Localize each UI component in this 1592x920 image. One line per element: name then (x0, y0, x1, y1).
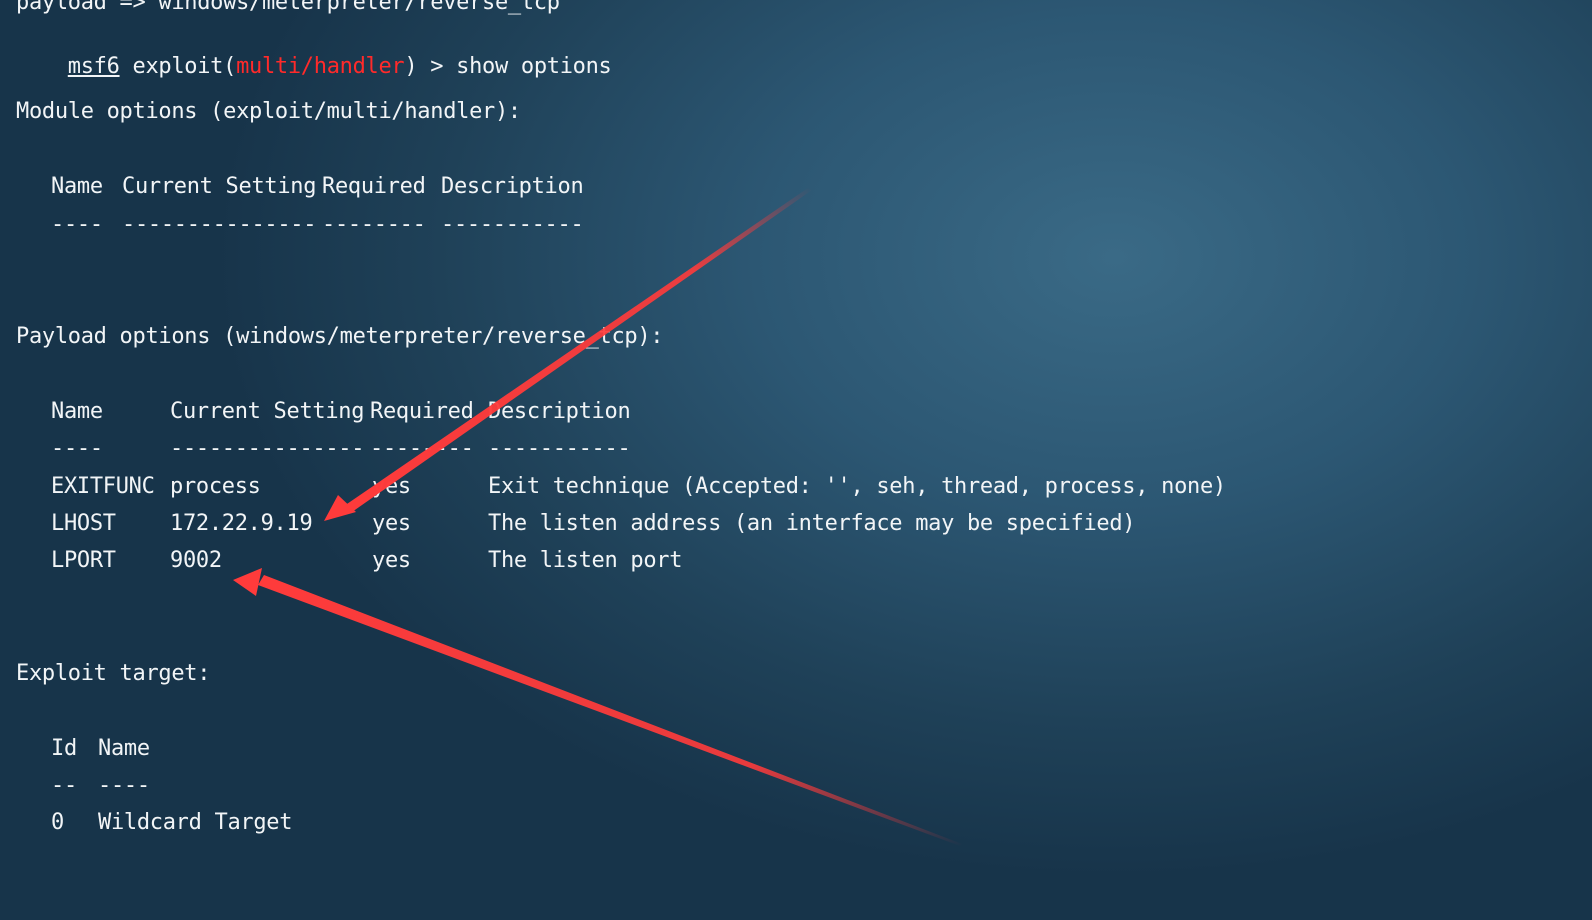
module-dash-required: -------- (322, 212, 426, 237)
payload-header-setting: Current Setting (170, 399, 365, 424)
payload-dash-description: ----------- (488, 436, 631, 461)
module-options-heading: Module options (exploit/multi/handler): (16, 99, 521, 124)
target-row-id: 0 (51, 810, 64, 835)
prompt-command: ) > show options (404, 54, 612, 79)
target-dash-name: ---- (98, 773, 150, 798)
payload-row-lport-setting: 9002 (170, 548, 222, 573)
payload-row-lport-required: yes (372, 548, 411, 573)
payload-row-exitfunc-name: EXITFUNC (51, 474, 155, 499)
module-dash-setting: --------------- (122, 212, 317, 237)
module-header-setting: Current Setting (122, 174, 317, 199)
payload-row-lhost-required: yes (372, 511, 411, 536)
module-header-required: Required (322, 174, 426, 199)
target-header-name: Name (98, 736, 150, 761)
payload-dash-name: ---- (51, 436, 103, 461)
payload-row-lhost-description: The listen address (an interface may be … (488, 511, 1136, 536)
payload-row-exitfunc-description: Exit technique (Accepted: '', seh, threa… (488, 474, 1226, 499)
module-header-name: Name (51, 174, 103, 199)
prompt-exploit-prefix: exploit( (119, 54, 237, 79)
payload-header-name: Name (51, 399, 103, 424)
prompt-module: multi/handler (236, 54, 405, 79)
payload-row-lhost-setting: 172.22.9.19 (170, 511, 313, 536)
module-header-description: Description (441, 174, 584, 199)
payload-row-lport-description: The listen port (488, 548, 683, 573)
payload-row-lport-name: LPORT (51, 548, 116, 573)
payload-dash-required: -------- (370, 436, 474, 461)
target-header-id: Id (51, 736, 77, 761)
payload-options-heading: Payload options (windows/meterpreter/rev… (16, 324, 664, 349)
module-dash-name: ---- (51, 212, 103, 237)
prompt-name: msf6 (67, 54, 120, 79)
target-row-name: Wildcard Target (98, 810, 293, 835)
module-dash-description: ----------- (441, 212, 584, 237)
exploit-target-heading: Exploit target: (16, 661, 211, 686)
payload-header-description: Description (488, 399, 631, 424)
terminal-window[interactable]: payload => windows/meterpreter/reverse_t… (0, 0, 1592, 920)
payload-row-exitfunc-setting: process (170, 474, 261, 499)
top-output-line: payload => windows/meterpreter/reverse_t… (16, 0, 560, 15)
payload-dash-setting: --------------- (170, 436, 365, 461)
payload-header-required: Required (370, 399, 474, 424)
target-dash-id: -- (51, 773, 77, 798)
payload-row-exitfunc-required: yes (372, 474, 411, 499)
payload-row-lhost-name: LHOST (51, 511, 116, 536)
